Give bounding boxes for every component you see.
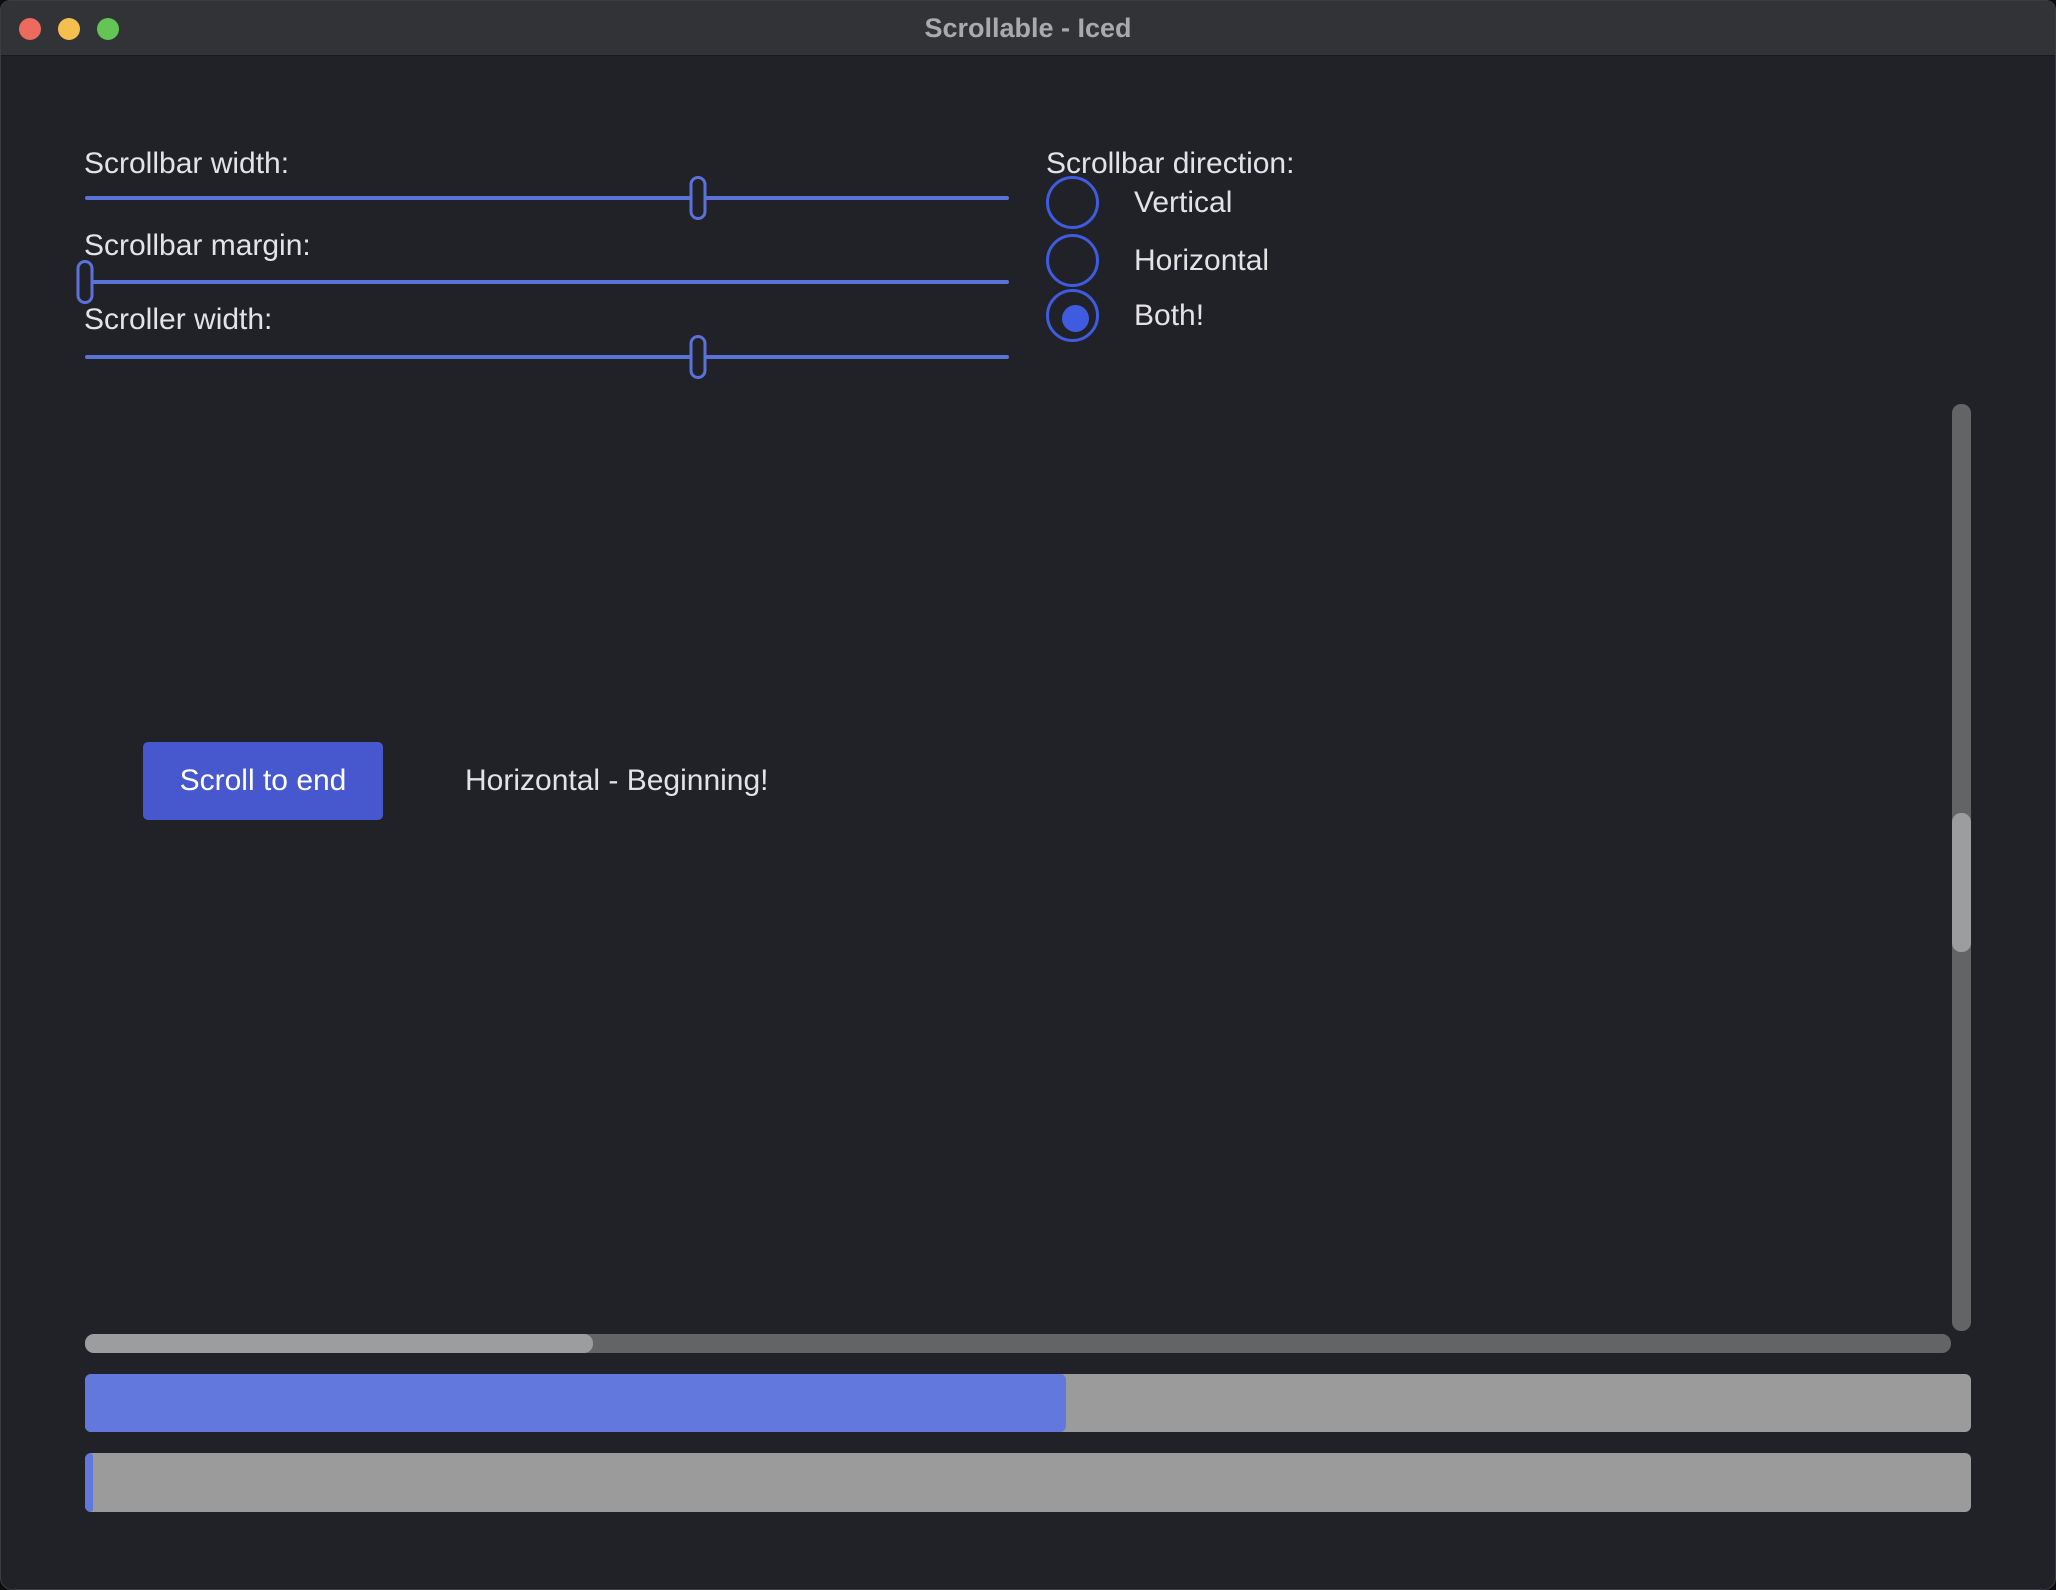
horizontal-scrollbar-track[interactable] (85, 1334, 1951, 1353)
radio-dot-icon (1062, 305, 1089, 332)
scroll-status-text: Horizontal - Beginning! (465, 762, 769, 800)
slider-rail (85, 280, 1009, 284)
scroll-to-end-button[interactable]: Scroll to end (143, 742, 383, 820)
slider-handle[interactable] (689, 335, 706, 379)
horizontal-scrollbar-scroller[interactable] (85, 1334, 593, 1353)
progress-fill (85, 1453, 93, 1512)
app-window: Scrollable - Iced Scrollbar width: Scrol… (0, 0, 2056, 1590)
scrollbar-width-slider[interactable] (85, 176, 1009, 220)
vertical-scrollbar-scroller[interactable] (1952, 813, 1971, 952)
scroller-width-slider[interactable] (85, 335, 1009, 379)
slider-handle[interactable] (77, 260, 94, 304)
slider-rail (85, 355, 1009, 359)
radio-circle-icon (1046, 176, 1099, 229)
radio-horizontal-label: Horizontal (1134, 234, 1269, 287)
radio-both-label: Both! (1134, 289, 1204, 342)
vertical-scrollbar-track[interactable] (1952, 404, 1971, 1331)
scroller-width-label: Scroller width: (84, 303, 272, 337)
slider-rail (85, 196, 1009, 200)
slider-handle[interactable] (689, 176, 706, 220)
scrollbar-margin-label: Scrollbar margin: (84, 229, 311, 263)
progress-bar-horizontal (85, 1374, 1971, 1432)
radio-circle-icon (1046, 234, 1099, 287)
radio-circle-icon (1046, 289, 1099, 342)
progress-bar-vertical (85, 1453, 1971, 1512)
progress-fill (85, 1374, 1066, 1432)
scrollbar-margin-slider[interactable] (85, 260, 1009, 304)
title-bar: Scrollable - Iced (1, 1, 2055, 56)
window-title: Scrollable - Iced (1, 1, 2055, 56)
radio-vertical-label: Vertical (1134, 176, 1232, 229)
